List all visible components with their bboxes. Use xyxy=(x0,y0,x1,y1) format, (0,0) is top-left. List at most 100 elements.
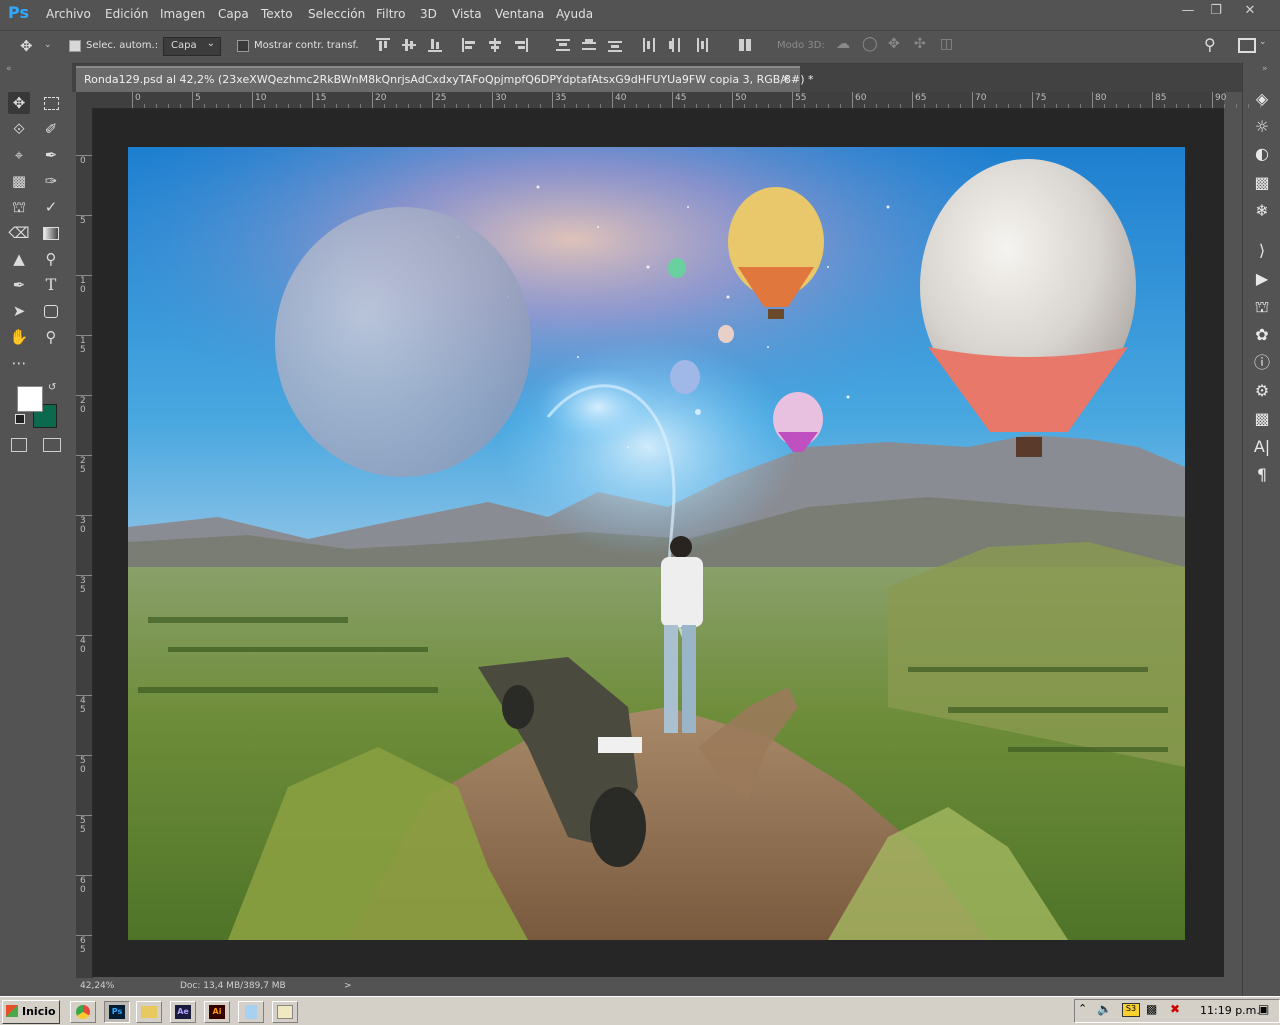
adjustments-icon[interactable]: ◐ xyxy=(1251,143,1273,165)
distribute-bottom-icon[interactable] xyxy=(608,38,622,52)
pen-icon[interactable]: ✒ xyxy=(8,274,30,296)
color-icon[interactable]: ✿ xyxy=(1251,324,1273,346)
menu-3d[interactable]: 3D xyxy=(420,7,437,21)
align-right-icon[interactable] xyxy=(514,38,528,52)
paragraph-icon[interactable]: ¶ xyxy=(1251,464,1273,486)
history-brush-icon[interactable]: ✓ xyxy=(40,196,62,218)
align-hcenter-icon[interactable] xyxy=(488,38,502,52)
menu-seleccion[interactable]: Selección xyxy=(308,7,365,21)
chrome-taskbar-icon[interactable] xyxy=(70,1001,96,1023)
gradient-icon[interactable] xyxy=(40,222,62,244)
3d-orbit-icon[interactable]: ☁ xyxy=(836,36,850,52)
chevron-down-icon[interactable]: ⌄ xyxy=(44,40,52,50)
document-canvas[interactable] xyxy=(128,147,1185,940)
menu-edicion[interactable]: Edición xyxy=(105,7,148,21)
distribute-vcenter-icon[interactable] xyxy=(582,38,596,52)
explorer-taskbar-icon[interactable] xyxy=(136,1001,162,1023)
clone-source-icon[interactable]: ⛫ xyxy=(1251,296,1273,318)
distribute-right-icon[interactable] xyxy=(694,38,708,52)
security-alert-icon[interactable]: ✖ xyxy=(1170,1002,1180,1016)
paths-icon[interactable]: ⟩ xyxy=(1251,240,1273,262)
hand-icon[interactable]: ✋ xyxy=(8,326,30,348)
info-icon[interactable]: ⓘ xyxy=(1251,352,1273,374)
type-icon[interactable]: T xyxy=(40,274,62,296)
zoom-level[interactable]: 42,24% xyxy=(80,981,114,991)
menu-vista[interactable]: Vista xyxy=(452,7,482,21)
search-icon[interactable]: ⚲ xyxy=(1204,35,1216,54)
volume-icon[interactable]: 🔈 xyxy=(1097,1002,1112,1016)
menu-imagen[interactable]: Imagen xyxy=(160,7,205,21)
illustrator-taskbar-icon[interactable]: Ai xyxy=(204,1001,230,1023)
tray-app-icon[interactable]: S3 xyxy=(1122,1003,1140,1017)
move-tool-icon[interactable]: ✥ xyxy=(20,37,33,55)
show-transform-checkbox[interactable] xyxy=(237,40,249,52)
photoshop-taskbar-icon[interactable]: Ps xyxy=(104,1001,130,1023)
auto-select-dropdown[interactable]: Capa ⌄ xyxy=(163,37,221,56)
status-menu-arrow[interactable]: > xyxy=(344,981,352,991)
menu-filtro[interactable]: Filtro xyxy=(376,7,405,21)
network-icon[interactable]: ▩ xyxy=(1146,1002,1157,1016)
menu-ventana[interactable]: Ventana xyxy=(495,7,544,21)
eraser-icon[interactable]: ⌫ xyxy=(8,222,30,244)
dodge-icon[interactable]: ⚲ xyxy=(40,248,62,270)
default-colors-icon[interactable] xyxy=(15,414,25,424)
lasso-icon[interactable]: ⟐ xyxy=(8,118,30,140)
chevron-down-icon[interactable]: ⌄ xyxy=(1259,37,1267,47)
marquee-icon[interactable] xyxy=(40,92,62,114)
notepad-taskbar-icon[interactable] xyxy=(238,1001,264,1023)
paint-taskbar-icon[interactable] xyxy=(272,1001,298,1023)
start-button[interactable]: Inicio xyxy=(2,1000,60,1024)
clone-stamp-icon[interactable]: ⛫ xyxy=(8,196,30,218)
vertical-ruler[interactable]: 0 5 1 0 1 5 2 0 2 5 3 0 3 5 4 0 4 5 5 0 5 5 6 0 6 5 xyxy=(76,108,93,978)
quick-mask-icon[interactable] xyxy=(11,438,27,452)
path-select-icon[interactable]: ➤ xyxy=(8,300,30,322)
close-icon[interactable]: ✕ xyxy=(1238,3,1262,19)
distribute-left-icon[interactable] xyxy=(642,38,656,52)
swap-colors-icon[interactable]: ↺ xyxy=(48,382,56,393)
3d-roll-icon[interactable]: ◯ xyxy=(862,36,878,52)
brush-icon[interactable]: ✑ xyxy=(40,170,62,192)
screen-mode-icon[interactable] xyxy=(43,438,61,452)
blur-icon[interactable]: ▲ xyxy=(8,248,30,270)
zoom-icon[interactable]: ⚲ xyxy=(40,326,62,348)
restore-icon[interactable]: ❐ xyxy=(1204,3,1228,19)
align-top-icon[interactable] xyxy=(376,38,390,52)
character-icon[interactable]: A| xyxy=(1251,436,1273,458)
foreground-color-swatch[interactable] xyxy=(17,386,43,412)
menu-ayuda[interactable]: Ayuda xyxy=(556,7,593,21)
quick-select-icon[interactable]: ✐ xyxy=(40,118,62,140)
auto-select-checkbox[interactable] xyxy=(69,40,81,52)
horizontal-ruler[interactable]: 0 5 10 15 20 25 30 35 40 45 50 55 60 65 70 75 80 85 90 xyxy=(76,92,1261,109)
actions-icon[interactable]: ▶ xyxy=(1251,268,1273,290)
collapse-icon[interactable]: « xyxy=(6,64,12,74)
shape-icon[interactable] xyxy=(40,300,62,322)
healing-brush-icon[interactable]: ▩ xyxy=(8,170,30,192)
3d-pan-icon[interactable]: ✥ xyxy=(888,36,900,52)
eyedropper-icon[interactable]: ✒ xyxy=(40,144,62,166)
tray-expand-icon[interactable]: ⌃ xyxy=(1078,1002,1087,1015)
histogram-icon[interactable]: ▩ xyxy=(1251,172,1273,194)
crop-icon[interactable]: ⌖ xyxy=(8,144,30,166)
more-tools-icon[interactable]: ⋯ xyxy=(8,352,30,374)
menu-capa[interactable]: Capa xyxy=(218,7,249,21)
tab-close-icon[interactable]: × xyxy=(781,72,790,85)
align-vcenter-icon[interactable] xyxy=(402,38,416,52)
workspace-icon[interactable] xyxy=(1238,38,1256,53)
distribute-top-icon[interactable] xyxy=(556,38,570,52)
layers-icon[interactable]: ◈ xyxy=(1251,88,1273,110)
auto-align-icon[interactable] xyxy=(738,38,752,52)
minimize-icon[interactable]: — xyxy=(1176,3,1200,19)
navigator-icon[interactable]: ❄ xyxy=(1251,200,1273,222)
taskbar-clock[interactable]: 11:19 p.m. xyxy=(1200,1004,1260,1017)
move-icon[interactable]: ✥ xyxy=(8,92,30,114)
libraries-icon[interactable]: ☼ xyxy=(1251,116,1273,138)
distribute-hcenter-icon[interactable] xyxy=(668,38,682,52)
3d-camera-icon[interactable]: ◫ xyxy=(940,36,953,52)
menu-texto[interactable]: Texto xyxy=(261,7,293,21)
3d-slide-icon[interactable]: ✣ xyxy=(914,36,926,52)
document-tab[interactable]: Ronda129.psd al 42,2% (23xeXWQezhmc2RkBW… xyxy=(76,66,814,92)
show-desktop-icon[interactable]: ▣ xyxy=(1258,1002,1269,1016)
menu-archivo[interactable]: Archivo xyxy=(46,7,91,21)
properties-icon[interactable]: ⚙ xyxy=(1251,380,1273,402)
align-bottom-icon[interactable] xyxy=(428,38,442,52)
